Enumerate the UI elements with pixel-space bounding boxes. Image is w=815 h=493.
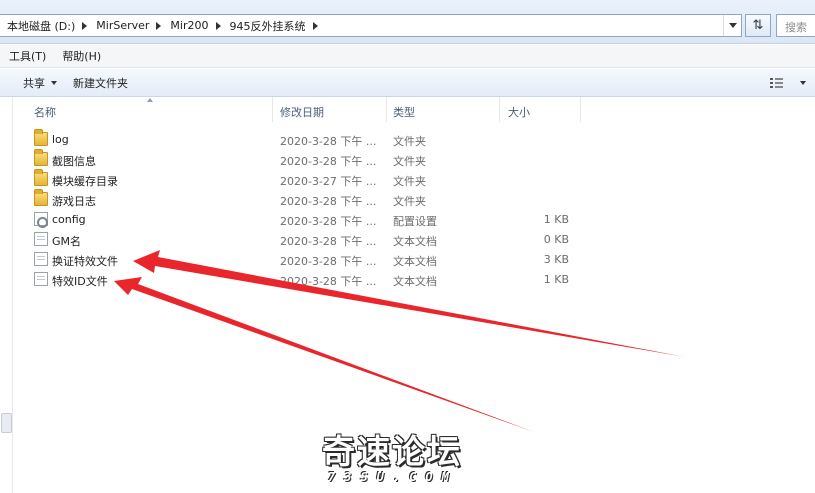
file-row-effect-id[interactable]: 特效ID文件 2020-3-28 下午 ... 文本文档 1 KB xyxy=(14,269,574,289)
file-date: 2020-3-28 下午 ... xyxy=(280,235,377,248)
file-type: 文件夹 xyxy=(393,195,426,208)
settings-file-icon xyxy=(34,212,48,228)
search-input[interactable]: 搜索 xyxy=(776,14,815,37)
chevron-down-icon xyxy=(728,23,737,28)
chevron-down-icon xyxy=(800,81,806,85)
chevron-down-icon xyxy=(51,80,57,85)
address-bar[interactable]: 本地磁盘 (D:) MirServer Mir200 945反外挂系统 xyxy=(0,14,742,37)
file-name: 换证特效文件 xyxy=(52,255,118,268)
file-name: 特效ID文件 xyxy=(52,275,108,288)
watermark-title: 奇速论坛 xyxy=(322,432,462,471)
breadcrumb-item-anticheat[interactable]: 945反外挂系统 xyxy=(223,15,320,36)
column-divider[interactable] xyxy=(386,97,387,122)
file-row-game-log[interactable]: 游戏日志 2020-3-28 下午 ... 文件夹 xyxy=(14,189,574,209)
file-date: 2020-3-28 下午 ... xyxy=(280,215,377,228)
file-size: 0 KB xyxy=(543,233,569,246)
text-file-icon xyxy=(34,272,48,286)
column-divider[interactable] xyxy=(580,97,581,122)
column-divider[interactable] xyxy=(272,97,273,122)
menu-item-tools[interactable]: 工具(T) xyxy=(9,48,46,64)
file-date: 2020-3-27 下午 ... xyxy=(280,175,377,188)
breadcrumb-separator-icon[interactable] xyxy=(215,21,221,30)
file-type: 配置设置 xyxy=(393,215,437,228)
file-type: 文本文档 xyxy=(393,235,437,248)
breadcrumb-label: 本地磁盘 (D:) xyxy=(7,19,76,33)
view-details-icon xyxy=(770,78,783,88)
sort-ascending-icon xyxy=(147,98,153,102)
menu-bar: 工具(T) 帮助(H) xyxy=(0,45,815,68)
breadcrumb-label: 945反外挂系统 xyxy=(229,19,306,33)
file-name: GM名 xyxy=(52,235,82,248)
column-header-row: 名称 修改日期 类型 大小 xyxy=(14,97,815,122)
file-size: 3 KB xyxy=(543,253,569,266)
file-row-effect-replace[interactable]: 换证特效文件 2020-3-28 下午 ... 文本文档 3 KB xyxy=(14,249,574,269)
address-history-dropdown[interactable] xyxy=(723,15,741,36)
navigation-pane xyxy=(0,97,13,493)
folder-icon xyxy=(34,149,48,166)
column-divider[interactable] xyxy=(499,97,500,122)
file-row-module-cache[interactable]: 模块缓存目录 2020-3-27 下午 ... 文件夹 xyxy=(14,169,574,189)
file-name: 截图信息 xyxy=(52,155,96,168)
file-date: 2020-3-28 下午 ... xyxy=(280,195,377,208)
menu-item-help[interactable]: 帮助(H) xyxy=(62,48,101,64)
breadcrumb-separator-icon[interactable] xyxy=(156,21,162,30)
file-name: 模块缓存目录 xyxy=(52,175,118,188)
folder-icon xyxy=(34,189,48,206)
file-date: 2020-3-28 下午 ... xyxy=(280,135,377,148)
file-size: 1 KB xyxy=(543,273,569,286)
search-placeholder: 搜索 xyxy=(785,21,807,34)
column-header-name[interactable]: 名称 xyxy=(34,104,56,120)
file-type: 文本文档 xyxy=(393,275,437,288)
file-name: log xyxy=(52,133,69,146)
file-size: 1 KB xyxy=(543,213,569,226)
refresh-button[interactable]: ⇅ xyxy=(745,14,771,37)
file-date: 2020-3-28 下午 ... xyxy=(280,275,377,288)
column-header-size[interactable]: 大小 xyxy=(508,104,530,120)
breadcrumb-separator-icon[interactable] xyxy=(82,21,88,30)
file-row-gm-name[interactable]: GM名 2020-3-28 下午 ... 文本文档 0 KB xyxy=(14,229,574,249)
annotation-arrow-lower xyxy=(114,277,534,432)
file-type: 文本文档 xyxy=(393,255,437,268)
file-row-screenshot-info[interactable]: 截图信息 2020-3-28 下午 ... 文件夹 xyxy=(14,149,574,169)
text-file-icon xyxy=(34,252,48,266)
refresh-icon: ⇅ xyxy=(752,18,764,33)
breadcrumb-item-mirserver[interactable]: MirServer xyxy=(89,15,163,36)
watermark-subtitle: 73SU.COM xyxy=(328,470,458,484)
change-view-button[interactable] xyxy=(766,74,810,92)
file-row-log[interactable]: log 2020-3-28 下午 ... 文件夹 xyxy=(14,129,574,149)
breadcrumb-label: MirServer xyxy=(96,19,150,32)
file-name: config xyxy=(52,213,86,226)
new-folder-label: 新建文件夹 xyxy=(73,76,128,90)
breadcrumb-item-drive[interactable]: 本地磁盘 (D:) xyxy=(0,15,89,36)
command-toolbar: 共享 新建文件夹 xyxy=(0,69,815,97)
file-name: 游戏日志 xyxy=(52,195,96,208)
share-button[interactable]: 共享 xyxy=(15,69,65,96)
breadcrumb-separator-icon[interactable] xyxy=(312,21,318,30)
file-date: 2020-3-28 下午 ... xyxy=(280,155,377,168)
file-type: 文件夹 xyxy=(393,155,426,168)
file-type: 文件夹 xyxy=(393,135,426,148)
file-type: 文件夹 xyxy=(393,175,426,188)
new-folder-button[interactable]: 新建文件夹 xyxy=(65,69,136,96)
folder-icon xyxy=(34,129,48,146)
text-file-icon xyxy=(34,232,48,246)
navigation-scrollbar-thumb[interactable] xyxy=(1,413,12,433)
file-row-config[interactable]: config 2020-3-28 下午 ... 配置设置 1 KB xyxy=(14,209,574,229)
file-date: 2020-3-28 下午 ... xyxy=(280,255,377,268)
column-header-date[interactable]: 修改日期 xyxy=(280,104,324,120)
share-label: 共享 xyxy=(23,76,45,90)
column-header-type[interactable]: 类型 xyxy=(393,104,415,120)
breadcrumb-item-mir200[interactable]: Mir200 xyxy=(163,15,222,36)
watermark-logo: 奇速论坛 73SU.COM xyxy=(316,434,496,490)
breadcrumb-label: Mir200 xyxy=(170,19,209,32)
address-bar-row: 本地磁盘 (D:) MirServer Mir200 945反外挂系统 ⇅ 搜索 xyxy=(0,0,815,44)
folder-icon xyxy=(34,169,48,186)
